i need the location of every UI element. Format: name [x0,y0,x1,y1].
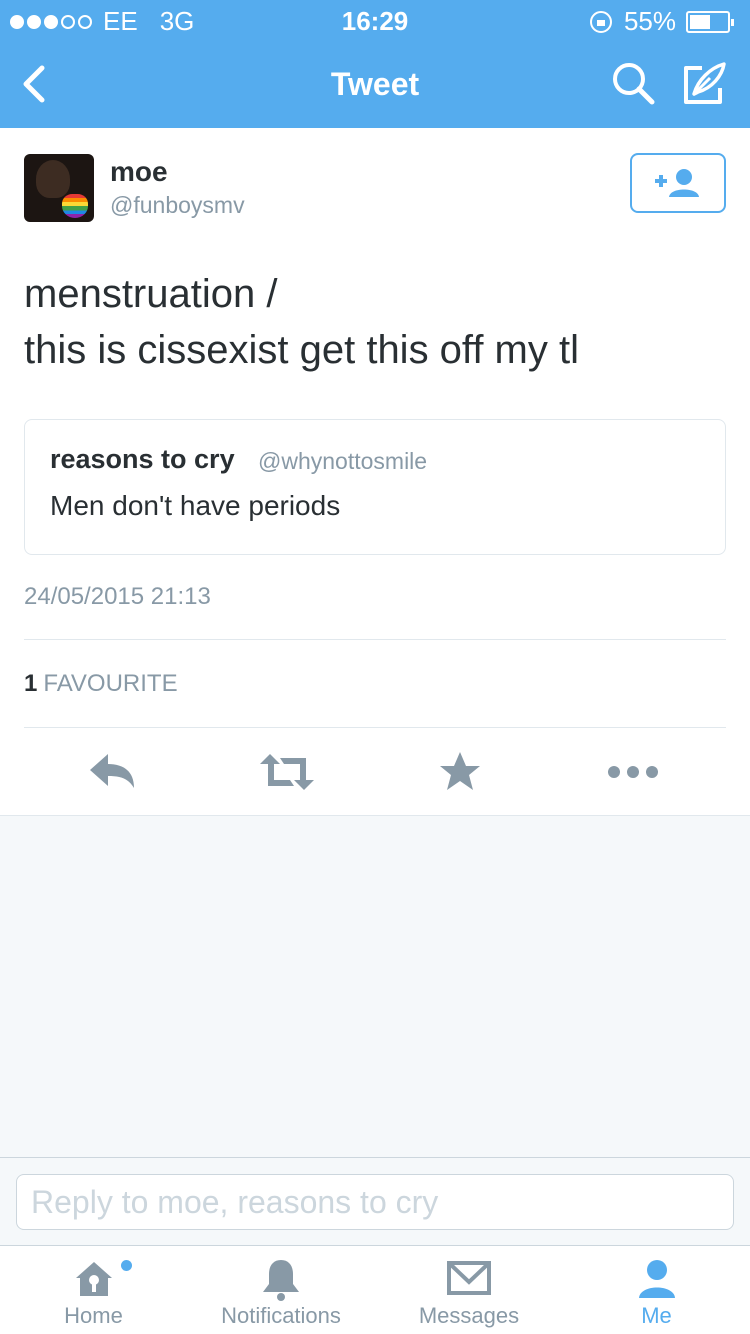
battery-percent: 55% [623,6,676,36]
quoted-tweet-card[interactable]: reasons to cry @whynottosmile Men don't … [24,419,726,555]
tweet-text-line: menstruation / [24,272,278,316]
tab-bar: Home Notifications Messages Me [0,1245,750,1334]
compose-tweet-icon[interactable] [680,58,730,108]
quoted-handle: @whynottosmile [258,448,428,474]
divider [24,639,726,640]
follow-button[interactable] [630,153,726,213]
tab-label: Messages [418,1303,520,1328]
app-header: EE 3G 16:29 55% Tweet [0,0,750,128]
battery-area: 55% [589,6,734,37]
tab-label: Home [64,1303,123,1328]
add-user-icon [655,169,699,197]
tab-messages[interactable]: Messages [375,1246,563,1334]
search-icon[interactable] [610,60,656,106]
reply-icon[interactable] [88,750,138,794]
more-dots-icon[interactable] [606,750,660,794]
rainbow-heart-icon [62,194,88,218]
reply-input[interactable] [16,1174,734,1230]
favourite-stats[interactable]: 1 FAVOURITE [24,670,178,698]
favourite-label: FAVOURITE [43,670,178,697]
tab-home[interactable]: Home [0,1246,187,1334]
tweet-text: menstruation / this is cissexist get thi… [24,266,724,378]
divider [24,727,726,728]
person-icon [638,1260,675,1298]
tweet-text-line: this is cissexist get this off my tl [24,328,579,372]
quoted-name: reasons to cry [50,444,235,474]
tab-me[interactable]: Me [563,1246,750,1334]
battery-fill [690,14,710,29]
tweet-detail: moe @funboysmv menstruation / this is ci… [0,128,750,816]
quoted-text: Men don't have periods [50,490,341,521]
bell-icon [263,1260,299,1301]
home-icon [75,1262,112,1296]
avatar[interactable] [24,154,94,222]
favourite-count: 1 [24,670,38,697]
status-bar: EE 3G 16:29 55% [0,0,750,40]
display-name[interactable]: moe [110,156,168,188]
new-content-dot [121,1260,132,1271]
username[interactable]: @funboysmv [110,192,245,219]
tweet-timestamp: 24/05/2015 21:13 [24,583,211,610]
envelope-icon [447,1261,491,1295]
retweet-icon[interactable] [258,750,316,794]
favorite-star-icon[interactable] [438,750,482,794]
tab-label: Me [641,1303,672,1328]
tab-notifications[interactable]: Notifications [187,1246,375,1334]
rotation-lock-icon [589,10,612,33]
tab-label: Notifications [221,1303,341,1328]
battery-icon [686,10,734,33]
avatar-photo [36,160,70,198]
reply-bar [0,1157,750,1245]
